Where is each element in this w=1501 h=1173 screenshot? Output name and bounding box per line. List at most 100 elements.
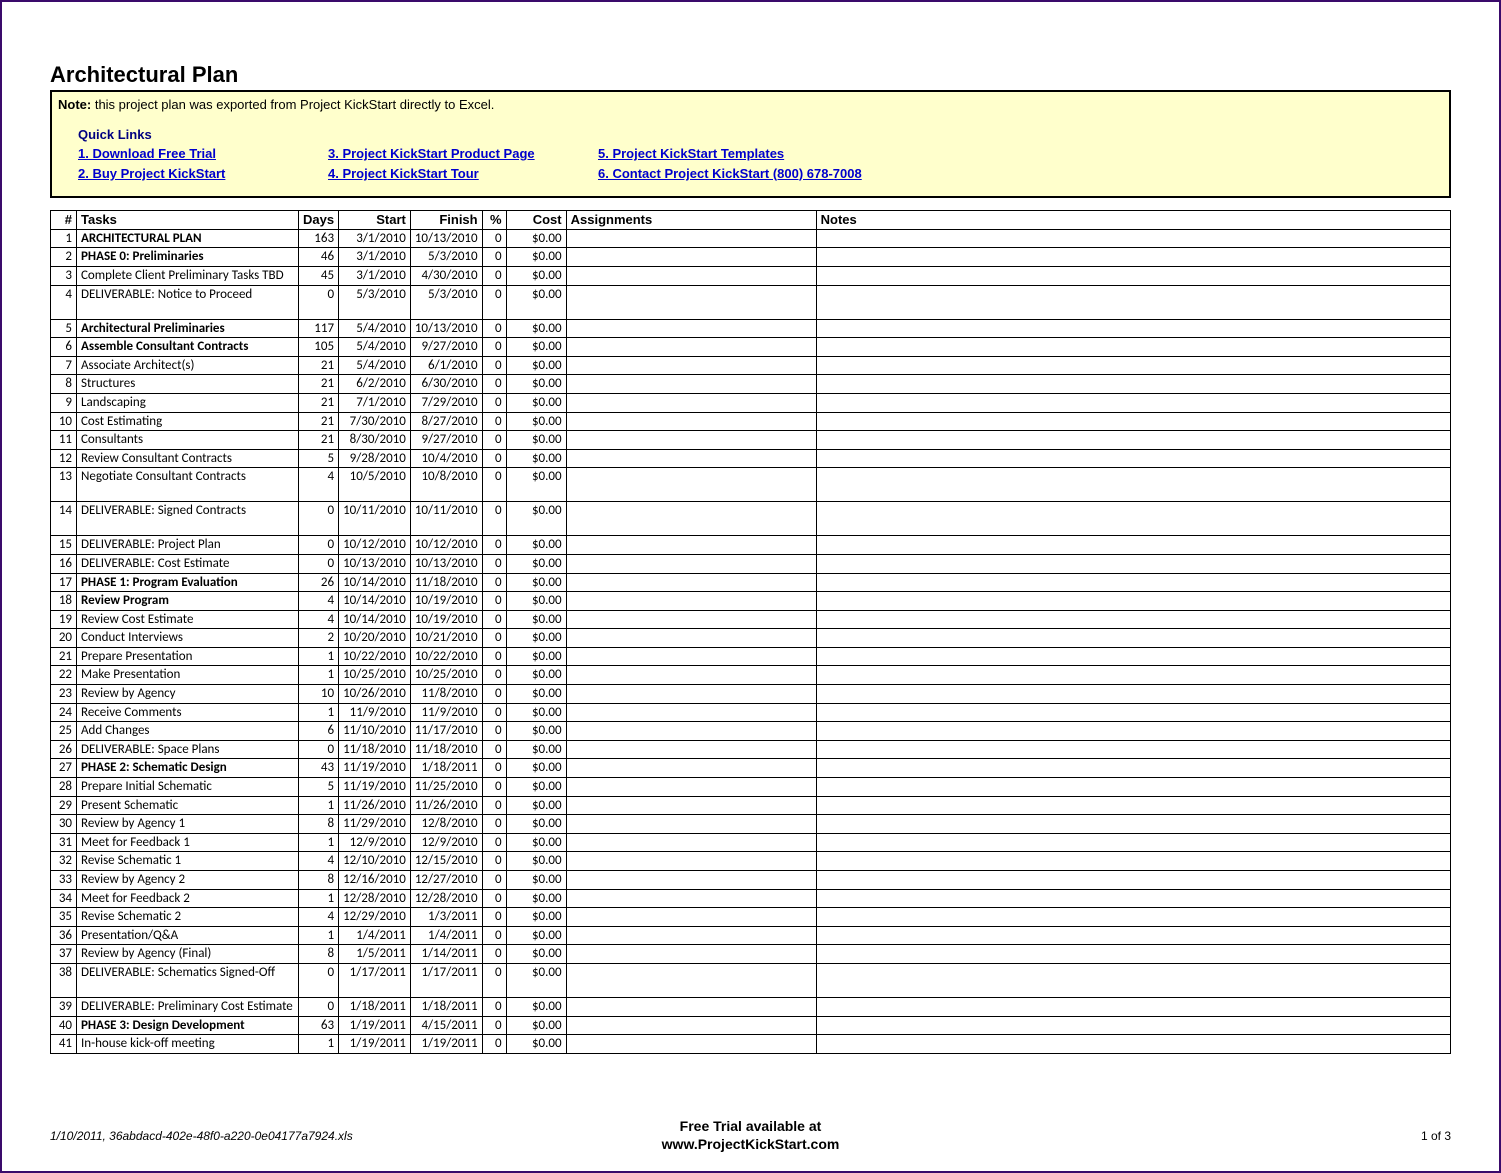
cell-task-cell: Negotiate Consultant Contracts [77,468,299,502]
cell-task-cell: Review by Agency 2 [77,871,299,890]
cell-task-cell: Meet for Feedback 1 [77,833,299,852]
cell-start: 7/30/2010 [339,412,411,431]
cell-assn [566,685,816,704]
cell-task-cell: Prepare Presentation [77,647,299,666]
cell-start: 10/14/2010 [339,573,411,592]
link-product-page[interactable]: 3. Project KickStart Product Page [328,145,588,163]
cell-task-cell: Landscaping [77,393,299,412]
cell-days: 63 [299,1016,339,1035]
cell-num: 14 [51,502,77,536]
cell-assn [566,997,816,1016]
cell-days: 0 [299,997,339,1016]
cell-task-cell: Revise Schematic 2 [77,908,299,927]
cell-start: 7/1/2010 [339,393,411,412]
cell-cost: $0.00 [506,573,566,592]
cell-days: 8 [299,815,339,834]
cell-num: 15 [51,536,77,555]
cell-pct: 0 [482,431,506,450]
cell-notes [816,375,1450,394]
table-row: 34Meet for Feedback 2112/28/201012/28/20… [51,889,1451,908]
table-row: 36Presentation/Q&A11/4/20111/4/20110$0.0… [51,926,1451,945]
cell-assn [566,852,816,871]
link-buy[interactable]: 2. Buy Project KickStart [78,165,318,183]
cell-cost: $0.00 [506,468,566,502]
link-templates[interactable]: 5. Project KickStart Templates [598,145,938,163]
cell-cost: $0.00 [506,926,566,945]
cell-num: 38 [51,963,77,997]
cell-cost: $0.00 [506,536,566,555]
cell-fin: 6/1/2010 [410,356,482,375]
link-contact[interactable]: 6. Contact Project KickStart (800) 678-7… [598,165,938,183]
cell-task-cell: DELIVERABLE: Space Plans [77,740,299,759]
cell-start: 10/12/2010 [339,536,411,555]
cell-days: 2 [299,629,339,648]
cell-days: 117 [299,319,339,338]
cell-days: 1 [299,889,339,908]
col-notes-header: Notes [816,211,1450,230]
page-title: Architectural Plan [50,62,1451,88]
cell-task-cell: DELIVERABLE: Preliminary Cost Estimate [77,997,299,1016]
cell-task-cell: PHASE 1: Program Evaluation [77,573,299,592]
cell-fin: 1/19/2011 [410,1035,482,1054]
cell-task-cell: Review by Agency 1 [77,815,299,834]
cell-cost: $0.00 [506,889,566,908]
cell-assn [566,833,816,852]
cell-assn [566,266,816,285]
link-download-free-trial[interactable]: 1. Download Free Trial [78,145,318,163]
cell-num: 32 [51,852,77,871]
cell-cost: $0.00 [506,285,566,319]
cell-fin: 10/19/2010 [410,610,482,629]
footer-center: Free Trial available at www.ProjectKickS… [662,1118,840,1153]
cell-cost: $0.00 [506,759,566,778]
cell-task-cell: Assemble Consultant Contracts [77,338,299,357]
cell-task-cell: Cost Estimating [77,412,299,431]
cell-fin: 1/3/2011 [410,908,482,927]
table-row: 27PHASE 2: Schematic Design4311/19/20101… [51,759,1451,778]
cell-start: 10/14/2010 [339,610,411,629]
cell-fin: 11/17/2010 [410,722,482,741]
cell-assn [566,554,816,573]
cell-fin: 10/4/2010 [410,449,482,468]
cell-assn [566,1016,816,1035]
cell-assn [566,573,816,592]
cell-days: 1 [299,926,339,945]
cell-fin: 12/9/2010 [410,833,482,852]
col-pct-header: % [482,211,506,230]
table-row: 4DELIVERABLE: Notice to Proceed05/3/2010… [51,285,1451,319]
table-row: 22Make Presentation110/25/201010/25/2010… [51,666,1451,685]
cell-pct: 0 [482,393,506,412]
link-tour[interactable]: 4. Project KickStart Tour [328,165,588,183]
cell-cost: $0.00 [506,610,566,629]
cell-pct: 0 [482,573,506,592]
cell-num: 31 [51,833,77,852]
cell-notes [816,945,1450,964]
cell-cost: $0.00 [506,796,566,815]
cell-notes [816,1035,1450,1054]
cell-pct: 0 [482,796,506,815]
cell-start: 12/10/2010 [339,852,411,871]
cell-task-cell: Review Consultant Contracts [77,449,299,468]
cell-fin: 9/27/2010 [410,431,482,450]
cell-days: 10 [299,685,339,704]
cell-fin: 10/8/2010 [410,468,482,502]
cell-task-cell: Review by Agency (Final) [77,945,299,964]
cell-fin: 11/18/2010 [410,573,482,592]
cell-num: 10 [51,412,77,431]
table-row: 32Revise Schematic 1412/10/201012/15/201… [51,852,1451,871]
cell-notes [816,393,1450,412]
cell-cost: $0.00 [506,647,566,666]
cell-pct: 0 [482,997,506,1016]
cell-cost: $0.00 [506,945,566,964]
cell-days: 21 [299,393,339,412]
cell-cost: $0.00 [506,431,566,450]
cell-fin: 4/30/2010 [410,266,482,285]
cell-fin: 11/8/2010 [410,685,482,704]
cell-days: 1 [299,796,339,815]
cell-fin: 10/13/2010 [410,229,482,248]
cell-fin: 5/3/2010 [410,285,482,319]
cell-notes [816,703,1450,722]
cell-cost: $0.00 [506,740,566,759]
cell-notes [816,833,1450,852]
cell-notes [816,759,1450,778]
cell-num: 19 [51,610,77,629]
